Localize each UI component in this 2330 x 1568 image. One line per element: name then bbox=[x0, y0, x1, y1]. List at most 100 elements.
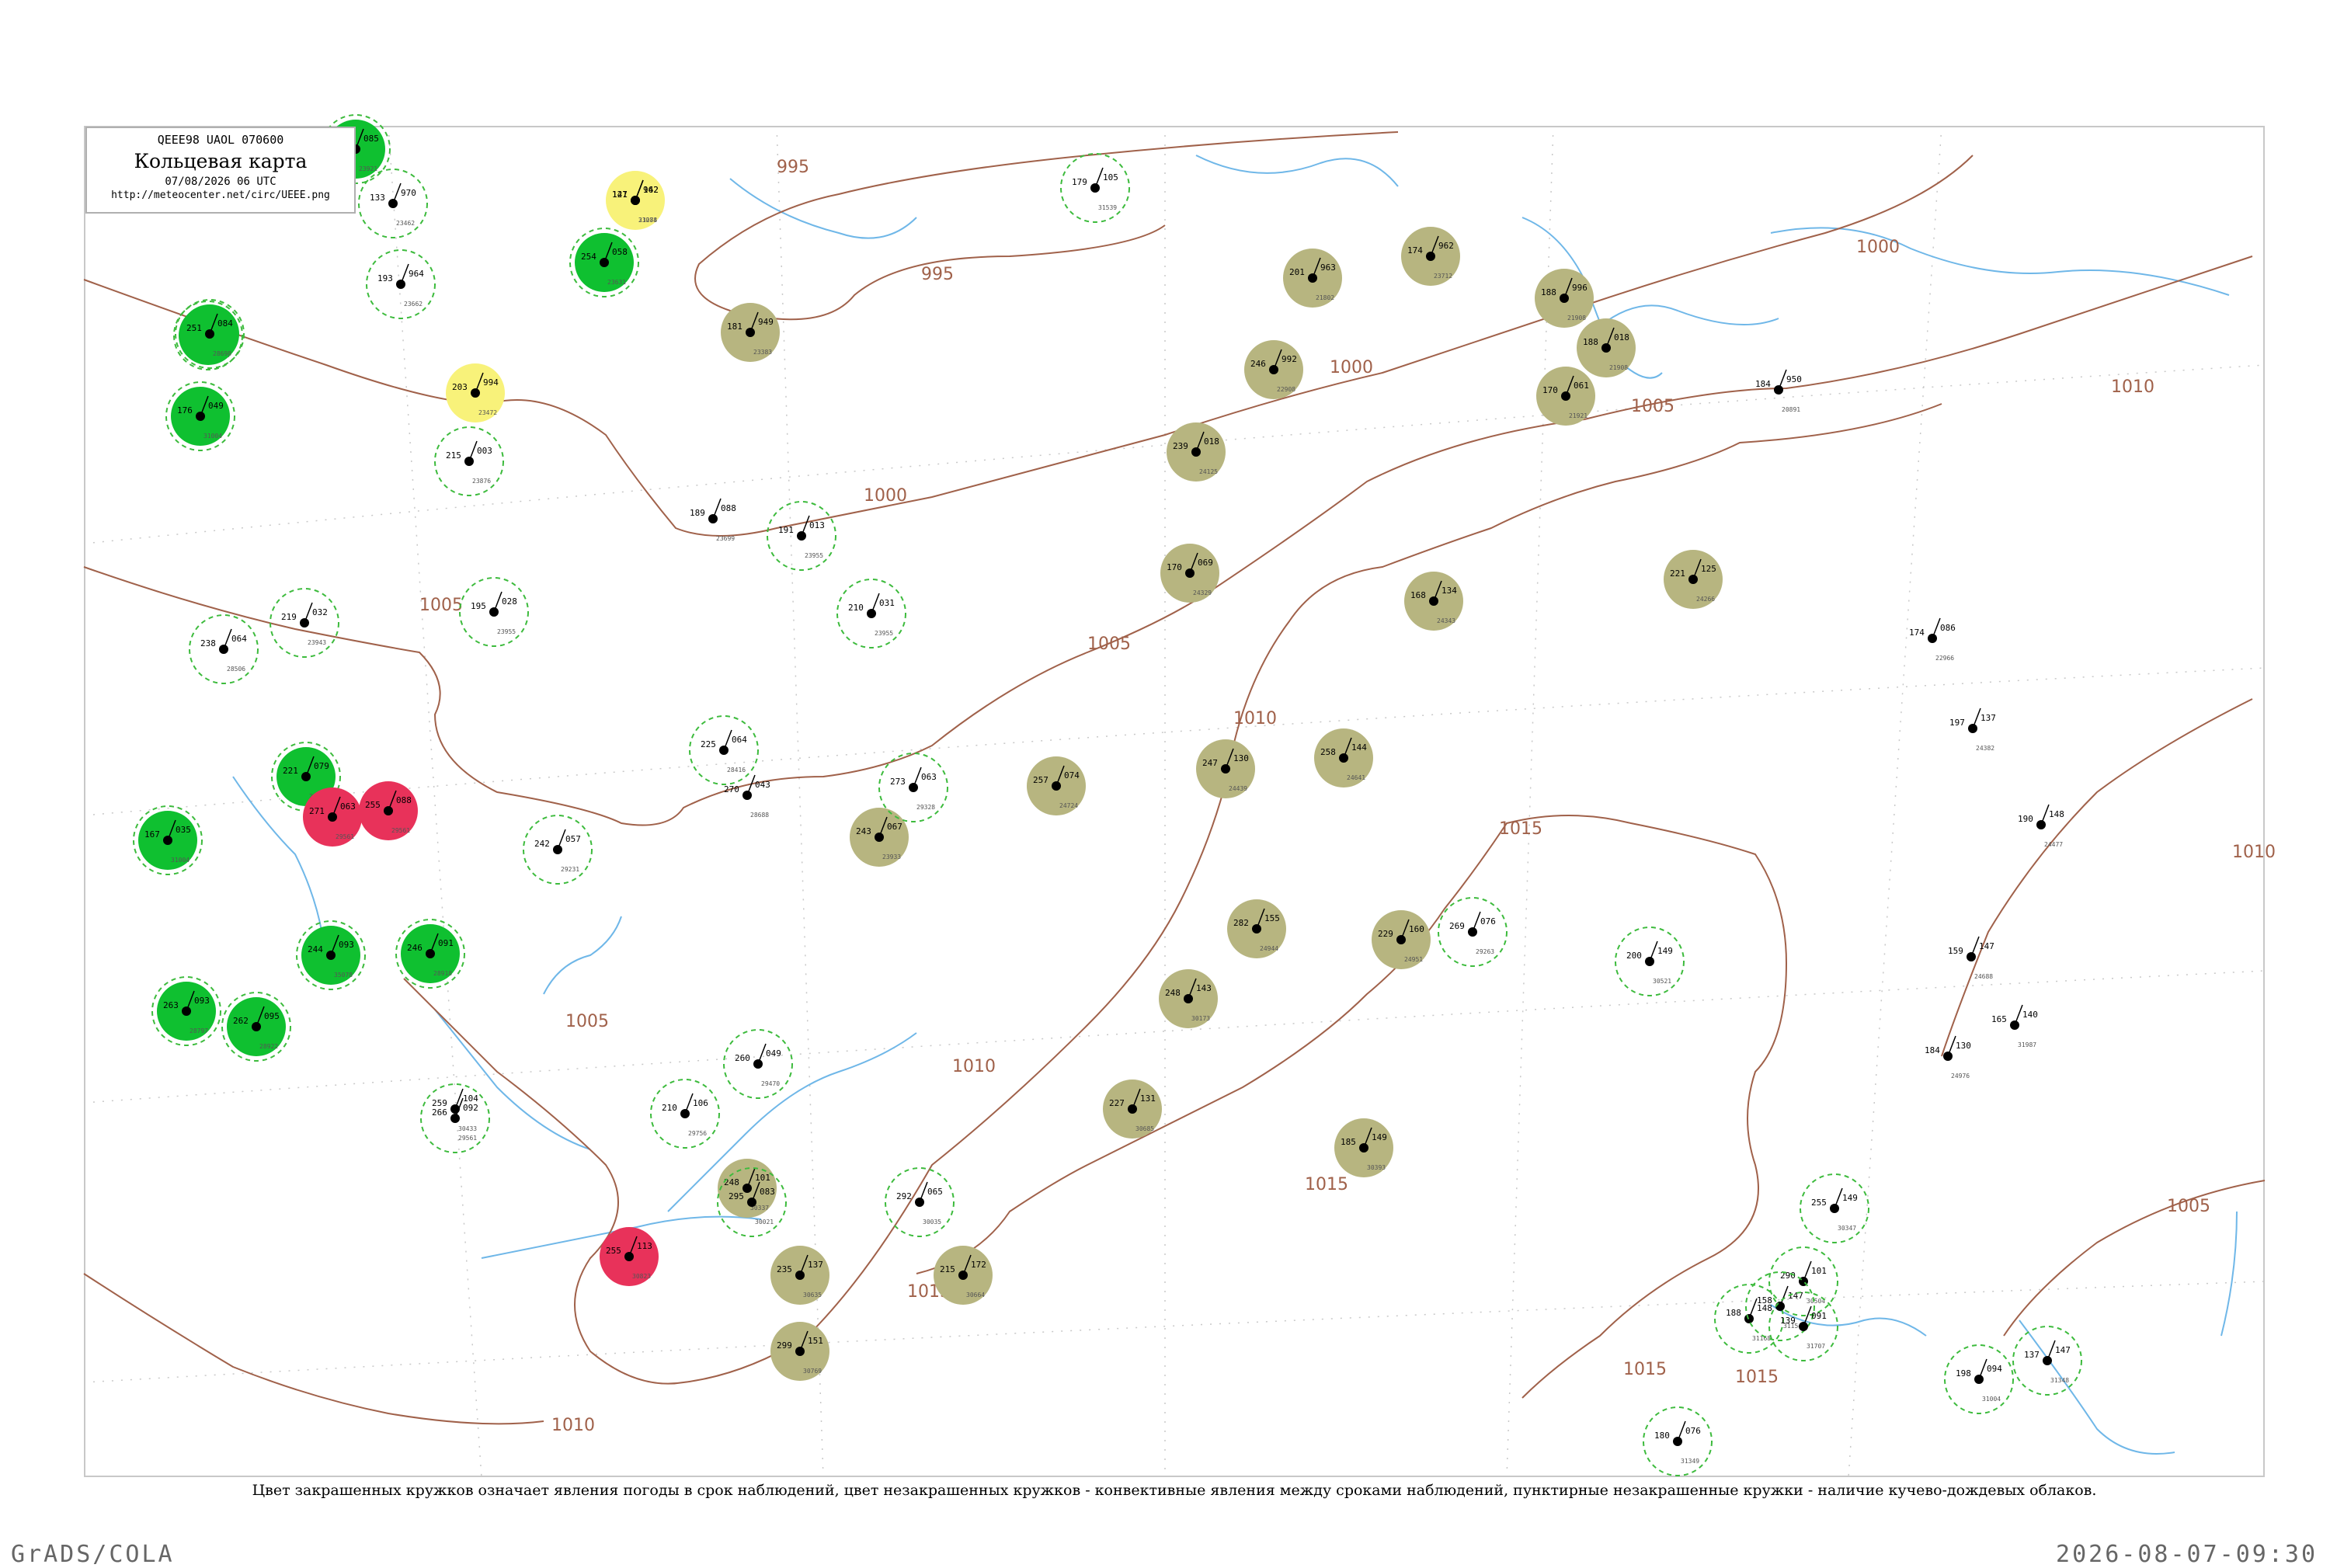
station-marker: 254 058 23631 bbox=[569, 228, 639, 297]
station-id: 23955 bbox=[875, 630, 893, 637]
station-id: 23876 bbox=[472, 478, 491, 485]
wind-barb-icon bbox=[2014, 1004, 2023, 1026]
station-value: 996 bbox=[1572, 283, 1588, 293]
station-value: 049 bbox=[208, 401, 224, 411]
station-pressure: 235 bbox=[777, 1264, 792, 1274]
station-pressure: 167 bbox=[144, 829, 160, 840]
station-id: 28506 bbox=[227, 666, 245, 673]
station-id: 30769 bbox=[803, 1368, 822, 1375]
station-id: 24439 bbox=[1229, 785, 1247, 792]
station-value: 130 bbox=[1233, 753, 1249, 763]
station-id: 22908 bbox=[1277, 386, 1295, 393]
isobar-label: 1015 bbox=[1735, 1368, 1779, 1387]
station-marker: 251 084 28698 bbox=[175, 299, 245, 369]
wind-barb-icon bbox=[712, 498, 722, 520]
station-marker: 299 151 30769 bbox=[770, 1322, 829, 1381]
station-pressure: 181 bbox=[727, 322, 742, 332]
station-value: 147 bbox=[1979, 941, 1994, 951]
station-id: 31168 bbox=[1752, 1335, 1771, 1342]
station-id: 28922 bbox=[259, 1043, 278, 1050]
wind-barb-icon bbox=[1094, 167, 1104, 189]
wind-barb-icon bbox=[1748, 1298, 1758, 1319]
station-id: 24944 bbox=[1260, 945, 1278, 952]
station-pressure: 197 bbox=[1949, 718, 1965, 728]
station-id: 29756 bbox=[688, 1130, 707, 1137]
wind-barb-icon bbox=[1834, 1187, 1843, 1209]
station-id: 29263 bbox=[1476, 948, 1494, 955]
station-pressure: 195 bbox=[471, 601, 486, 611]
station-marker: 188 018 21908 bbox=[1577, 318, 1636, 377]
station-marker: 210 106 29756 bbox=[650, 1079, 720, 1149]
station-value: 085 bbox=[363, 134, 379, 144]
station-marker: 180 076 31349 bbox=[1643, 1406, 1713, 1476]
isobar-label: 1010 bbox=[2232, 843, 2276, 862]
station-id: 29328 bbox=[916, 804, 935, 811]
station-value: 950 bbox=[1786, 374, 1802, 384]
station-value: 134 bbox=[1441, 586, 1457, 596]
map-source-url: http://meteocenter.net/circ/UEEE.png bbox=[111, 189, 330, 201]
isobar-label: 1010 bbox=[952, 1057, 996, 1076]
station-marker: 262 095 28922 bbox=[221, 992, 291, 1062]
station-pressure: 210 bbox=[662, 1103, 677, 1113]
station-id: 23933 bbox=[882, 854, 901, 860]
station-marker: 242 057 29231 bbox=[523, 815, 593, 885]
station-marker: 188 996 21908 bbox=[1535, 269, 1594, 328]
station-id: 23955 bbox=[805, 552, 823, 559]
station-marker: 165 140 31987 bbox=[1991, 1004, 2038, 1048]
station-id: 30347 bbox=[1838, 1225, 1856, 1232]
station-pressure: 221 bbox=[1670, 568, 1685, 579]
station-pressure: 184 bbox=[1755, 379, 1771, 389]
station-id: 24382 bbox=[1976, 745, 1994, 752]
station-marker: 170 061 21921 bbox=[1536, 367, 1595, 426]
station-marker: 260 049 29470 bbox=[723, 1029, 793, 1099]
station-id: 30635 bbox=[803, 1292, 822, 1299]
station-pressure: 170 bbox=[1167, 562, 1182, 572]
station-marker: 239 018 24125 bbox=[1167, 422, 1226, 482]
station-id: 28416 bbox=[727, 767, 746, 774]
station-id: 31539 bbox=[1098, 204, 1117, 211]
station-value: 018 bbox=[1614, 332, 1629, 342]
station-value: 095 bbox=[264, 1011, 280, 1021]
station-value: 130 bbox=[1956, 1041, 1971, 1051]
wind-barb-icon bbox=[304, 602, 313, 624]
station-pressure: 239 bbox=[1173, 441, 1188, 451]
station-marker: 170 069 24329 bbox=[1160, 544, 1219, 603]
station-pressure: 184 bbox=[1925, 1045, 1940, 1055]
wind-barb-icon bbox=[1779, 1285, 1789, 1307]
station-id: 35078 bbox=[334, 972, 353, 979]
station-id: 24724 bbox=[1059, 802, 1078, 809]
map-datetime: 07/08/2026 06 UTC bbox=[165, 176, 276, 188]
station-marker: 203 994 23472 bbox=[446, 363, 505, 422]
station-id: 30685 bbox=[1135, 1125, 1154, 1132]
station-value: 032 bbox=[312, 607, 328, 617]
station-pressure: 258 bbox=[1320, 747, 1336, 757]
station-marker: 258 144 24641 bbox=[1314, 728, 1373, 787]
wind-barb-icon bbox=[1649, 940, 1658, 962]
station-value: 076 bbox=[1685, 1426, 1701, 1436]
station-marker: 198 094 31004 bbox=[1944, 1344, 2014, 1414]
station-pressure: 260 bbox=[735, 1053, 750, 1063]
wind-barb-icon bbox=[1803, 1260, 1812, 1282]
station-value: 063 bbox=[340, 801, 356, 812]
station-marker: 179 105 31539 bbox=[1060, 153, 1130, 223]
station-marker: 174 086 22966 bbox=[1909, 617, 1956, 662]
station-marker: 246 992 22908 bbox=[1244, 340, 1303, 399]
station-pressure: 251 bbox=[186, 323, 202, 333]
isobar-label: 1000 bbox=[1330, 358, 1373, 377]
station-value: 113 bbox=[637, 1241, 652, 1251]
station-pressure: 159 bbox=[1948, 946, 1963, 956]
station-value: 172 bbox=[971, 1260, 986, 1270]
station-value: 064 bbox=[231, 634, 247, 644]
station-marker: 185 149 30393 bbox=[1334, 1118, 1393, 1177]
wind-barb-icon bbox=[2047, 1340, 2056, 1361]
station-pressure: 168 bbox=[1410, 590, 1426, 600]
station-value: 031 bbox=[879, 598, 895, 608]
station-id: 31348 bbox=[2050, 1377, 2069, 1384]
wind-barb-icon bbox=[723, 729, 732, 751]
station-pressure: 247 bbox=[1202, 758, 1218, 768]
station-value: 105 bbox=[1103, 172, 1118, 183]
station-pressure: 243 bbox=[856, 826, 871, 836]
station-id: 28698 bbox=[213, 350, 231, 357]
station-id: 23662 bbox=[404, 301, 423, 308]
map-title-box: QEEE98 UAOL 070600 Кольцевая карта 07/08… bbox=[85, 127, 356, 214]
